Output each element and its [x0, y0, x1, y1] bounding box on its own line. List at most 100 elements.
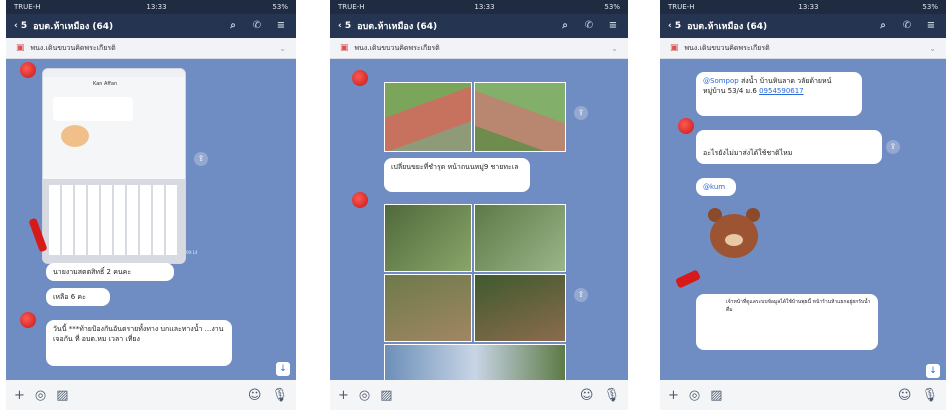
camera-icon[interactable]: ◎: [35, 388, 46, 403]
carrier: TRUE-H: [668, 3, 695, 11]
emoji-icon[interactable]: ☺: [898, 388, 912, 403]
back-button[interactable]: ‹ 5: [668, 21, 681, 31]
bear-sticker[interactable]: [708, 208, 760, 260]
camera-icon[interactable]: ◎: [689, 388, 700, 403]
carrier: TRUE-H: [338, 3, 365, 11]
field-photo[interactable]: [474, 204, 566, 272]
message-bubble[interactable]: เจ้าหน้าที่ดูแลระบบข้อมูลได้ใช้บ้านพุธนี…: [696, 294, 878, 350]
pinned-announcement[interactable]: ▣ พนง.เดินขบวนคิดพระเกียรติ ⌄: [330, 38, 628, 59]
announcement-icon: ▣: [670, 43, 679, 53]
pinned-text: พนง.เดินขบวนคิดพระเกียรติ: [684, 43, 770, 52]
clock: 13:33: [146, 3, 167, 11]
menu-icon[interactable]: ≡: [274, 19, 288, 33]
emoji-icon[interactable]: ☺: [580, 388, 594, 403]
photo-grid[interactable]: [384, 82, 566, 152]
mention[interactable]: @Sompop: [703, 77, 739, 85]
input-toolbar: + ◎ ▨ ☺ 🎙: [6, 380, 296, 410]
menu-icon[interactable]: ≡: [606, 19, 620, 33]
message-bubble[interactable]: นายงามสตตสิทธิ์ 2 คนคะ: [46, 263, 174, 281]
red-mark: [675, 269, 701, 289]
search-icon[interactable]: ⌕: [876, 19, 890, 33]
screenshot-right: TRUE-H 13:33 53% ‹ 5 อบต.ห้าเหมือง (64) …: [660, 0, 946, 410]
plus-icon[interactable]: +: [338, 388, 349, 403]
pinned-text: พนง.เดินขบวนคิดพระเกียรติ: [30, 43, 116, 52]
chevron-down-icon[interactable]: ⌄: [279, 44, 286, 53]
search-icon[interactable]: ⌕: [558, 19, 572, 33]
phone-number-link[interactable]: 0954590617: [759, 87, 804, 95]
image-icon[interactable]: ▨: [710, 388, 722, 403]
field-photo[interactable]: [384, 274, 472, 342]
back-button[interactable]: ‹ 5: [338, 21, 351, 31]
field-photo[interactable]: [474, 274, 566, 342]
call-icon[interactable]: ✆: [250, 19, 264, 33]
avatar: [20, 62, 36, 78]
keyboard: [43, 179, 185, 263]
battery: 53%: [604, 3, 620, 11]
carrier: TRUE-H: [14, 3, 41, 11]
share-icon[interactable]: ⇪: [574, 106, 588, 120]
announcement-icon: ▣: [340, 43, 349, 53]
pinned-announcement[interactable]: ▣ พนง.เดินขบวนคิดพระเกียรติ ⌄: [660, 38, 946, 59]
chat-header: ‹ 5 อบต.ห้าเหมือง (64) ⌕ ✆ ≡: [6, 14, 296, 38]
avatar: [352, 192, 368, 208]
status-bar: TRUE-H 13:33 53%: [6, 0, 296, 14]
input-toolbar: + ◎ ▨ ☺ 🎙: [660, 380, 946, 410]
chat-header: ‹ 5 อบต.ห้าเหมือง (64) ⌕ ✆ ≡: [660, 14, 946, 38]
chat-header: ‹ 5 อบต.ห้าเหมือง (64) ⌕ ✆ ≡: [330, 14, 628, 38]
search-icon[interactable]: ⌕: [226, 19, 240, 33]
screenshot-middle: TRUE-H 13:33 53% ‹ 5 อบต.ห้าเหมือง (64) …: [330, 0, 628, 410]
chat-area: @Sompop ส่งน้ำ บ้านหินลาด วลัยด้ายหน์ หม…: [660, 58, 946, 380]
share-icon[interactable]: ⇪: [194, 152, 208, 166]
input-toolbar: + ◎ ▨ ☺ 🎙: [330, 380, 628, 410]
road-photo[interactable]: [384, 82, 472, 152]
chevron-down-icon[interactable]: ⌄: [611, 44, 618, 53]
chat-title: อบต.ห้าเหมือง (64): [687, 22, 768, 32]
camera-icon[interactable]: ◎: [359, 388, 370, 403]
screenshot-left: TRUE-H 13:33 53% ‹ 5 อบต.ห้าเหมือง (64) …: [6, 0, 296, 410]
mic-icon[interactable]: 🎙: [271, 388, 288, 403]
shared-screenshot-image[interactable]: Kan Affan: [42, 68, 186, 264]
call-icon[interactable]: ✆: [582, 19, 596, 33]
scroll-down-button[interactable]: ↓: [926, 364, 940, 378]
share-icon[interactable]: ⇪: [574, 288, 588, 302]
clock: 13:33: [798, 3, 819, 11]
road-photo[interactable]: [474, 82, 566, 152]
photo-grid[interactable]: [384, 204, 566, 390]
chat-title: อบต.ห้าเหมือง (64): [33, 22, 114, 32]
status-bar: TRUE-H 13:33 53%: [330, 0, 628, 14]
chevron-down-icon[interactable]: ⌄: [929, 44, 936, 53]
image-icon[interactable]: ▨: [56, 388, 68, 403]
chat-title: อบต.ห้าเหมือง (64): [357, 22, 438, 32]
message-bubble[interactable]: อะไรยังไม่มาส่งได้ใช้ชาติไหม: [696, 130, 882, 164]
message-bubble[interactable]: เปลี่ยนขยะที่ชำรุด หน้าถนนหมู่9 ชายทะเล: [384, 158, 530, 192]
pinned-announcement[interactable]: ▣ พนง.เดินขบวนคิดพระเกียรติ ⌄: [6, 38, 296, 59]
message-bubble[interactable]: วันนี้ ***ท้ายป้องกันอันตรายทั้งทาง บกแล…: [46, 320, 232, 366]
call-icon[interactable]: ✆: [900, 19, 914, 33]
announcement-icon: ▣: [16, 43, 25, 53]
image-icon[interactable]: ▨: [380, 388, 392, 403]
status-bar: TRUE-H 13:33 53%: [660, 0, 946, 14]
avatar: [20, 312, 36, 328]
battery: 53%: [272, 3, 288, 11]
plus-icon[interactable]: +: [14, 388, 25, 403]
avatar: [352, 70, 368, 86]
field-photo[interactable]: [384, 204, 472, 272]
pinned-text: พนง.เดินขบวนคิดพระเกียรติ: [354, 43, 440, 52]
mic-icon[interactable]: 🎙: [921, 388, 938, 403]
message-bubble[interactable]: @Sompop ส่งน้ำ บ้านหินลาด วลัยด้ายหน์ หม…: [696, 72, 862, 116]
plus-icon[interactable]: +: [668, 388, 679, 403]
inner-contact-name: Kan Affan: [93, 81, 118, 87]
battery: 53%: [922, 3, 938, 11]
scroll-down-button[interactable]: ↓: [276, 362, 290, 376]
chat-area: Kan Affan 09:14 ⇪ นายงามสตตสิทธิ์ 2 คนคะ…: [6, 58, 296, 380]
timestamp: 09:14: [186, 250, 198, 255]
back-button[interactable]: ‹ 5: [14, 21, 27, 31]
share-icon[interactable]: ⇪: [886, 140, 900, 154]
mic-icon[interactable]: 🎙: [603, 388, 620, 403]
clock: 13:33: [474, 3, 495, 11]
message-bubble[interactable]: @kum: [696, 178, 736, 196]
avatar: [678, 118, 694, 134]
emoji-icon[interactable]: ☺: [248, 388, 262, 403]
message-bubble[interactable]: เหลือ 6 คะ: [46, 288, 110, 306]
menu-icon[interactable]: ≡: [924, 19, 938, 33]
